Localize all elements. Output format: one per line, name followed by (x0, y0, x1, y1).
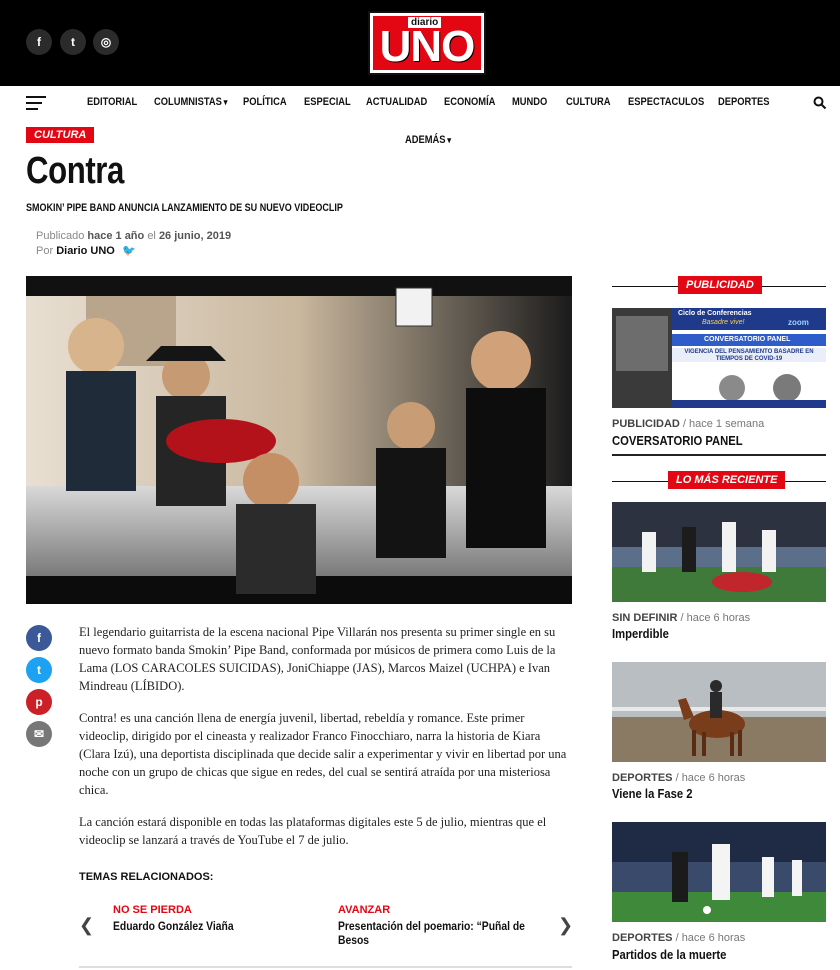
nav-item-ademas[interactable]: ADEMÁS ▾ (405, 134, 451, 146)
recent-2-time: hace 6 horas (681, 772, 746, 784)
nav-item-espectaculos[interactable]: ESPECTACULOS (628, 96, 704, 108)
article-title: Contra (26, 150, 124, 192)
divider (79, 966, 572, 968)
ad-banner-image[interactable]: Ciclo de Conferencias Basadre vive! zoom… (612, 308, 826, 408)
sidebar-divider (612, 454, 826, 456)
recent-heading: LO MÁS RECIENTE (612, 471, 826, 491)
band-photo (26, 276, 572, 604)
share-twitter-icon[interactable]: t (26, 657, 52, 683)
recent-1-category: SIN DEFINIR (612, 612, 678, 624)
share-email-icon[interactable]: ✉ (26, 721, 52, 747)
nav-item-especial[interactable]: ESPECIAL (304, 96, 351, 108)
recent-2-category: DEPORTES (612, 772, 673, 784)
chevron-down-icon: ▾ (447, 135, 452, 145)
facebook-glyph: f (37, 35, 41, 49)
search-icon[interactable] (813, 96, 827, 110)
recent-1-meta: SIN DEFINIR / hace 6 horas (612, 612, 751, 624)
next-label: AVANZAR (338, 904, 391, 916)
recent-3-meta: DEPORTES / hace 6 horas (612, 932, 746, 944)
ad-card-time: hace 1 semana (689, 418, 765, 430)
recent-3-title[interactable]: Partidos de la muerte (612, 948, 726, 962)
recent-3-image[interactable] (612, 822, 826, 922)
recent-2-image[interactable] (612, 662, 826, 762)
nav-item-cultura[interactable]: CULTURA (566, 96, 610, 108)
site-logo[interactable]: diario UNO (368, 11, 486, 75)
instagram-glyph: ◎ (100, 35, 112, 49)
published-date: 26 junio, 2019 (158, 230, 232, 242)
chevron-left-icon[interactable]: ❮ (79, 915, 94, 936)
horse-photo (612, 662, 826, 762)
related-topics-label: TEMAS RELACIONADOS: (79, 871, 214, 883)
ad-heading: PUBLICIDAD (612, 276, 826, 296)
share-facebook-icon[interactable]: f (26, 625, 52, 651)
nav-item-mundo[interactable]: MUNDO (512, 96, 547, 108)
article-subtitle: SMOKIN’ PIPE BAND ANUNCIA LANZAMIENTO DE… (26, 202, 343, 214)
nav-item-deportes[interactable]: DEPORTES (718, 96, 769, 108)
logo-big-text: UNO (379, 22, 476, 71)
recent-1-image[interactable] (612, 502, 826, 602)
share-pinterest-icon[interactable]: p (26, 689, 52, 715)
menu-icon[interactable] (26, 96, 46, 110)
recent-1-time: hace 6 horas (686, 612, 751, 624)
recent-3-time: hace 6 horas (681, 932, 746, 944)
twitter-glyph: t (71, 35, 75, 49)
published-mid: el (147, 230, 156, 242)
ad-line-3: CONVERSATORIO PANEL (704, 336, 791, 343)
main-nav: EDITORIAL COLUMNISTAS ▾ POLÍTICA ESPECIAL… (0, 86, 840, 146)
author-link[interactable]: Diario UNO (56, 245, 115, 257)
zoom-logo: zoom (788, 318, 809, 327)
ad-card-title[interactable]: COVERSATORIO PANEL (612, 434, 743, 448)
published-relative: hace 1 año (87, 230, 145, 242)
ad-card-meta: PUBLICIDAD / hace 1 semana (612, 418, 765, 430)
nav-item-ademas-label: ADEMÁS (405, 134, 446, 146)
ad-line-2: Basadre vive! (702, 319, 745, 326)
publish-info: Publicado hace 1 año el 26 junio, 2019 (36, 230, 231, 242)
top-bar: f t ◎ diario UNO (0, 0, 840, 86)
football-photo-2 (612, 822, 826, 922)
instagram-icon[interactable]: ◎ (93, 29, 119, 55)
twitter-icon[interactable]: t (60, 29, 86, 55)
prev-article-link[interactable]: Eduardo González Viaña (113, 920, 293, 934)
ad-line-1: Ciclo de Conferencias (678, 310, 752, 317)
author-info: Por Diario UNO 🐦 (36, 244, 136, 257)
article-paragraph-2: Contra! es una canción llena de energía … (79, 711, 567, 797)
ad-line-4: VIGENCIA DEL PENSAMIENTO BASADRE EN TIEM… (684, 349, 814, 362)
ad-card-category: PUBLICIDAD (612, 418, 680, 430)
nav-item-politica[interactable]: POLÍTICA (243, 96, 287, 108)
article-paragraph-3: La canción estará disponible en todas la… (79, 815, 547, 847)
prev-label: NO SE PIERDA (113, 904, 192, 916)
nav-item-economia[interactable]: ECONOMÍA (444, 96, 495, 108)
author-twitter-icon[interactable]: 🐦 (122, 245, 136, 257)
published-prefix: Publicado (36, 230, 85, 242)
facebook-icon[interactable]: f (26, 29, 52, 55)
recent-3-category: DEPORTES (612, 932, 673, 944)
by-prefix: Por (36, 245, 54, 257)
nav-item-columnistas-label: COLUMNISTAS (154, 96, 222, 108)
nav-item-actualidad[interactable]: ACTUALIDAD (366, 96, 427, 108)
chevron-down-icon: ▾ (223, 97, 228, 107)
article-paragraph-1: El legendario guitarrista de la escena n… (79, 625, 556, 693)
nav-item-columnistas[interactable]: COLUMNISTAS ▾ (154, 96, 227, 108)
chevron-right-icon[interactable]: ❯ (558, 915, 573, 936)
nav-item-editorial[interactable]: EDITORIAL (87, 96, 137, 108)
article-hero-image (26, 276, 572, 604)
next-article-link[interactable]: Presentación del poemario: “Puñal de Bes… (338, 920, 527, 948)
ad-heading-label: PUBLICIDAD (678, 276, 762, 294)
category-tag[interactable]: CULTURA (26, 127, 95, 143)
football-photo-1 (612, 502, 826, 602)
recent-2-meta: DEPORTES / hace 6 horas (612, 772, 746, 784)
recent-1-title[interactable]: Imperdible (612, 627, 669, 641)
recent-2-title[interactable]: Viene la Fase 2 (612, 787, 692, 801)
recent-heading-label: LO MÁS RECIENTE (668, 471, 786, 489)
